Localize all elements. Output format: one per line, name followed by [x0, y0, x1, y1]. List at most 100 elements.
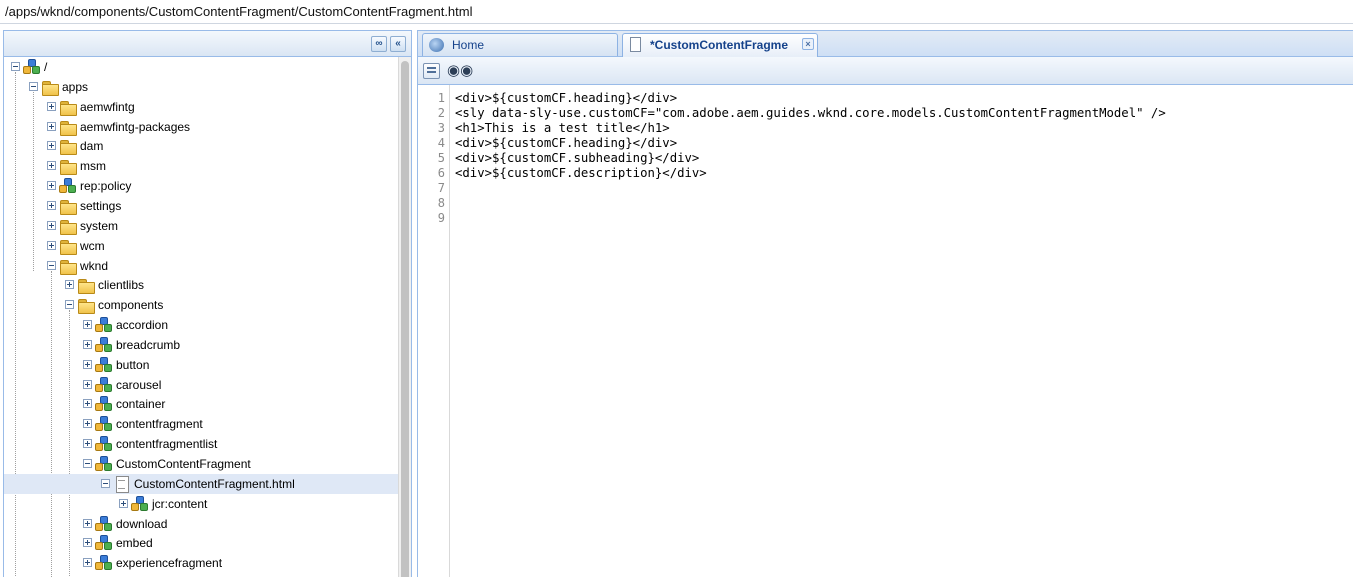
tree-node[interactable]: dam	[4, 136, 398, 156]
expand-toggle-icon[interactable]	[47, 161, 56, 170]
expand-toggle-icon[interactable]	[65, 280, 74, 289]
editor-toolbar: ◉◉	[418, 57, 1353, 85]
tree-node[interactable]: settings	[4, 196, 398, 216]
tree-node[interactable]: button	[4, 355, 398, 375]
expand-toggle-icon[interactable]	[83, 399, 92, 408]
tab-custom-content-fragment[interactable]: *CustomContentFragme ×	[622, 33, 818, 57]
component-icon	[95, 317, 113, 333]
tree-node-label: contentfragment	[116, 417, 203, 431]
expand-toggle-icon[interactable]	[83, 419, 92, 428]
tree-node[interactable]: msm	[4, 156, 398, 176]
collapse-toggle-icon[interactable]	[47, 261, 56, 270]
tree-node[interactable]: wcm	[4, 236, 398, 256]
refresh-tree-icon[interactable]: ∞	[371, 36, 387, 52]
tab-custom-content-fragment-label: *CustomContentFragme	[650, 38, 789, 52]
folder-icon	[59, 158, 77, 175]
cube-part	[131, 503, 139, 511]
expand-toggle-icon[interactable]	[83, 538, 92, 547]
expand-toggle-icon[interactable]	[83, 558, 92, 567]
collapse-toggle-icon[interactable]	[101, 479, 110, 488]
collapse-toggle-icon[interactable]	[83, 459, 92, 468]
tree-node[interactable]: contentfragment	[4, 414, 398, 434]
tree-node[interactable]: carousel	[4, 375, 398, 395]
tree-node[interactable]: CustomContentFragment.html	[4, 474, 398, 494]
expand-toggle-icon[interactable]	[119, 499, 128, 508]
find-icon[interactable]: ◉◉	[447, 63, 473, 79]
collapse-panel-icon[interactable]: «	[390, 36, 406, 52]
tree-node[interactable]: jcr:content	[4, 494, 398, 514]
tree-node[interactable]: breadcrumb	[4, 335, 398, 355]
tree-node[interactable]: aemwfintg-packages	[4, 117, 398, 137]
tree-node[interactable]: system	[4, 216, 398, 236]
tree-node[interactable]: components	[4, 295, 398, 315]
tree-node-label: aemwfintg-packages	[80, 120, 191, 134]
cube-part	[68, 185, 76, 193]
line-number: 3	[437, 121, 445, 135]
folder-icon	[59, 119, 77, 136]
tree-node-label: apps	[62, 80, 89, 94]
tree-node[interactable]: download	[4, 514, 398, 534]
cube-part	[104, 443, 112, 451]
expand-toggle-icon[interactable]	[47, 122, 56, 131]
component-icon	[95, 416, 113, 432]
line-number: 7	[437, 181, 445, 195]
expand-toggle-icon[interactable]	[47, 221, 56, 230]
format-icon[interactable]	[423, 63, 440, 79]
code-editor[interactable]: 123456789 <div>${customCF.heading}</div>…	[418, 85, 1353, 577]
expand-toggle-icon[interactable]	[83, 519, 92, 528]
cube-part	[104, 324, 112, 332]
code-line[interactable]: <div>${customCF.description}</div>	[455, 166, 707, 181]
expand-toggle-icon[interactable]	[47, 201, 56, 210]
tab-home[interactable]: Home	[422, 33, 618, 56]
tree-node[interactable]: embed	[4, 533, 398, 553]
expand-toggle-icon[interactable]	[47, 102, 56, 111]
tree-node-label: wcm	[80, 239, 105, 253]
collapse-toggle-icon[interactable]	[65, 300, 74, 309]
tree-node-label: dam	[80, 139, 104, 153]
expand-toggle-icon[interactable]	[83, 380, 92, 389]
collapse-toggle-icon[interactable]	[11, 62, 20, 71]
expand-toggle-icon[interactable]	[47, 241, 56, 250]
code-line[interactable]: <div>${customCF.subheading}</div>	[455, 151, 699, 166]
tree-node[interactable]: contentfragmentlist	[4, 434, 398, 454]
repository-icon	[23, 59, 41, 75]
tree-node[interactable]: wknd	[4, 256, 398, 276]
code-line[interactable]: <sly data-sly-use.customCF="com.adobe.ae…	[455, 106, 1166, 121]
expand-toggle-icon[interactable]	[47, 181, 56, 190]
tree-node[interactable]: aemwfintg	[4, 97, 398, 117]
folder-icon	[59, 138, 77, 155]
tree-node-label: CustomContentFragment	[116, 457, 251, 471]
tree-node[interactable]: /	[4, 57, 398, 77]
expand-toggle-icon[interactable]	[83, 360, 92, 369]
collapse-toggle-icon[interactable]	[29, 82, 38, 91]
tree-node[interactable]: container	[4, 394, 398, 414]
tree-node[interactable]: apps	[4, 77, 398, 97]
code-line[interactable]: <div>${customCF.heading}</div>	[455, 91, 677, 106]
line-number-gutter: 123456789	[418, 85, 450, 577]
tree-node-label: aemwfintg	[80, 100, 135, 114]
tree-node-label: embed	[116, 536, 153, 550]
tree-scrollbar-thumb[interactable]	[401, 61, 409, 577]
line-number: 4	[437, 136, 445, 150]
close-tab-icon[interactable]: ×	[802, 38, 814, 50]
tree-scrollbar[interactable]	[398, 57, 411, 577]
tree-node[interactable]: clientlibs	[4, 275, 398, 295]
tree-node[interactable]: CustomContentFragment	[4, 454, 398, 474]
code-line[interactable]: <h1>This is a test title</h1>	[455, 121, 670, 136]
folder-icon	[77, 277, 95, 294]
expand-toggle-icon[interactable]	[83, 340, 92, 349]
tree-node-label: rep:policy	[80, 179, 132, 193]
tree-node[interactable]: rep:policy	[4, 176, 398, 196]
cube-part	[95, 364, 103, 372]
cube-part	[104, 384, 112, 392]
expand-toggle-icon[interactable]	[47, 141, 56, 150]
expand-toggle-icon[interactable]	[83, 439, 92, 448]
folder-icon	[59, 258, 77, 275]
tree-node[interactable]: experiencefragment	[4, 553, 398, 573]
tree-node[interactable]: f	[4, 573, 398, 577]
tree-node[interactable]: accordion	[4, 315, 398, 335]
code-line[interactable]: <div>${customCF.heading}</div>	[455, 136, 677, 151]
expand-toggle-icon[interactable]	[83, 320, 92, 329]
component-icon	[95, 377, 113, 393]
component-icon	[95, 357, 113, 373]
